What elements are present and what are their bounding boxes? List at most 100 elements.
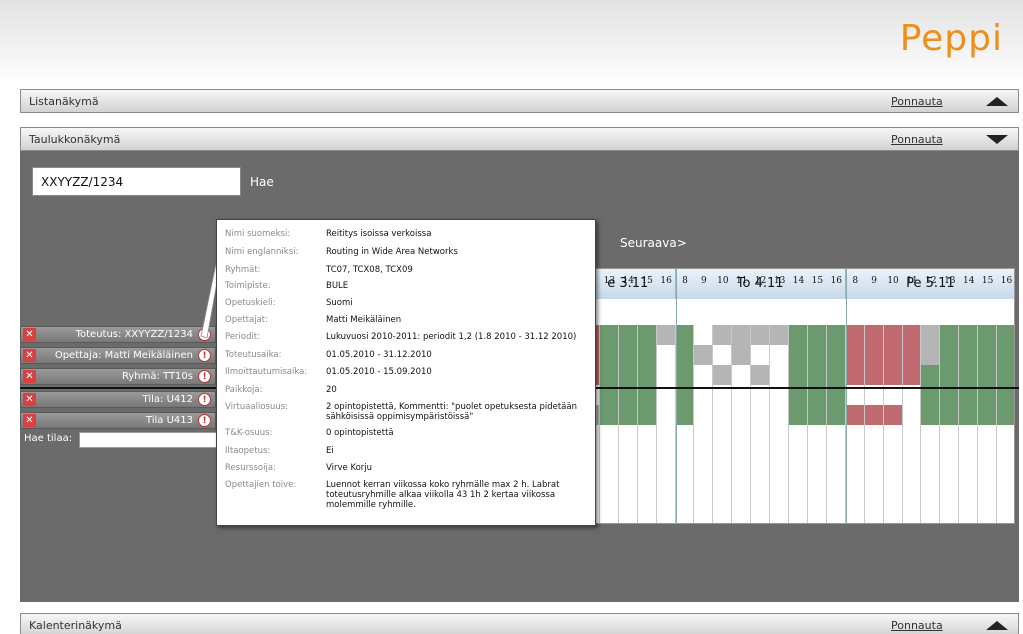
info-icon[interactable]: ! — [198, 349, 211, 362]
popout-link-list[interactable]: Ponnauta — [891, 95, 943, 108]
filter-implementation: ✕ Toteutus: XXYYZZ/1234 ! — [20, 326, 216, 343]
panel-title-calendar: Kalenterinäkymä — [29, 619, 122, 632]
collapse-arrow-up-icon[interactable] — [986, 621, 1008, 630]
hour-label: 15 — [641, 276, 653, 286]
grid-column — [808, 325, 827, 523]
grid-column — [694, 325, 714, 523]
detail-label: Resurssoija: — [225, 463, 276, 473]
detail-label: Nimi englanniksi: — [225, 247, 299, 257]
course-search-input[interactable] — [32, 167, 241, 196]
detail-value: 2 opintopistettä, Kommentti: "puolet ope… — [326, 402, 577, 422]
detail-label: Opettajat: — [225, 315, 268, 325]
detail-value: Ei — [326, 446, 334, 456]
detail-value: TC07, TCX08, TCX09 — [326, 265, 413, 275]
grid-column — [865, 325, 884, 523]
detail-label: Opetuskieli: — [225, 298, 276, 308]
grid-column — [638, 325, 657, 523]
hour-label: 16 — [660, 276, 672, 286]
search-button[interactable]: Hae — [250, 175, 274, 189]
detail-value: 20 — [326, 385, 337, 395]
detail-label: Paikkoja: — [225, 385, 263, 395]
detail-value: Reititys isoissa verkoissa — [326, 229, 432, 239]
grid-column — [713, 325, 733, 523]
day-separator — [675, 269, 677, 523]
detail-label: Virtuaaliosuus: — [225, 402, 289, 412]
grid-column — [978, 325, 998, 523]
hour-label: 9 — [701, 276, 707, 286]
grid-column — [903, 325, 922, 523]
hour-label: 16 — [830, 276, 843, 286]
hour-label: 10 — [717, 276, 729, 286]
hour-label: 9 — [871, 276, 877, 286]
expand-arrow-down-icon[interactable] — [986, 135, 1008, 144]
info-icon[interactable]: ! — [198, 414, 211, 427]
hour-label: 15 — [981, 276, 994, 286]
hour-label: 11 — [736, 276, 748, 286]
detail-label: Periodit: — [225, 332, 261, 342]
detail-value: BULE — [326, 281, 349, 291]
remove-filter-icon[interactable]: ✕ — [23, 370, 36, 383]
info-icon[interactable]: ! — [198, 370, 211, 383]
hour-label: 13 — [944, 276, 956, 286]
grid-column — [959, 325, 979, 523]
detail-label: Toteutusaika: — [225, 350, 282, 360]
detail-value: Suomi — [326, 298, 353, 308]
grid-column — [846, 325, 865, 523]
panel-header-list[interactable]: Listanäkymä Ponnauta — [20, 89, 1019, 113]
remove-filter-icon[interactable]: ✕ — [23, 328, 36, 341]
grid-column — [619, 325, 638, 523]
grid-column — [770, 325, 790, 523]
hour-label: 12 — [925, 276, 937, 286]
grid-column — [940, 325, 960, 523]
panel-header-calendar[interactable]: Kalenterinäkymä Ponnauta — [20, 613, 1019, 634]
filter-teacher: ✕ Opettaja: Matti Meikäläinen ! — [20, 347, 216, 364]
hour-label: 14 — [792, 276, 805, 286]
hour-label: 14 — [962, 276, 975, 286]
panel-title-list: Listanäkymä — [29, 95, 99, 108]
filter-group: ✕ Ryhmä: TT10s ! — [20, 368, 216, 385]
peppi-logo: Peppi — [899, 18, 1003, 59]
remove-filter-icon[interactable]: ✕ — [23, 414, 36, 427]
detail-label: Toimipiste: — [225, 281, 271, 291]
grid-column — [676, 325, 695, 523]
grid-column — [884, 325, 903, 523]
hour-label: 11 — [906, 276, 918, 286]
collapse-arrow-up-icon[interactable] — [986, 97, 1008, 106]
filter-room-u412: ✕ Tila: U412 ! — [20, 391, 216, 408]
hour-label: 16 — [1000, 276, 1013, 286]
grid-column — [997, 325, 1014, 523]
detail-value: Routing in Wide Area Networks — [326, 247, 458, 257]
grid-column — [657, 325, 676, 523]
filter-label: Opettaja: Matti Meikäläinen — [54, 350, 193, 361]
filter-label: Tila: U412 — [142, 394, 193, 405]
next-link[interactable]: Seuraava> — [620, 236, 687, 250]
filter-label: Tila U413 — [145, 415, 193, 426]
popout-link-calendar[interactable]: Ponnauta — [891, 619, 943, 632]
hour-label: 13 — [603, 276, 616, 286]
detail-value: 01.05.2010 - 15.09.2010 — [326, 367, 432, 377]
hour-label: 15 — [811, 276, 824, 286]
course-details-popup: Nimi suomeksi: Reititys isoissa verkoissa… — [216, 219, 596, 526]
hour-label: 8 — [852, 276, 859, 286]
popout-link-table[interactable]: Ponnauta — [891, 133, 943, 146]
filter-label: Ryhmä: TT10s — [121, 371, 193, 382]
grid-column — [789, 325, 808, 523]
filter-label: Toteutus: XXYYZZ/1234 — [75, 329, 193, 340]
schedule-calendar: e 3.111213141516To 4.118910111213141516P… — [580, 268, 1015, 524]
hour-label: 12 — [754, 276, 767, 286]
detail-label: Ilmoittautumisaika: — [225, 367, 308, 377]
detail-value: Matti Meikäläinen — [326, 315, 402, 325]
grid-column — [600, 325, 619, 523]
hour-label: 14 — [622, 276, 634, 286]
room-search-label: Hae tilaa: — [24, 433, 73, 444]
detail-label: Ryhmät: — [225, 265, 261, 275]
info-icon[interactable]: ! — [198, 393, 211, 406]
panel-header-table[interactable]: Taulukkonäkymä Ponnauta — [20, 127, 1019, 151]
panel-title-table: Taulukkonäkymä — [29, 133, 121, 146]
app-header: Peppi — [0, 0, 1023, 84]
grid-column — [732, 325, 752, 523]
detail-value: 01.05.2010 - 31.12.2010 — [326, 350, 432, 360]
room-search-input[interactable] — [79, 432, 219, 448]
remove-filter-icon[interactable]: ✕ — [23, 393, 36, 406]
remove-filter-icon[interactable]: ✕ — [23, 349, 36, 362]
